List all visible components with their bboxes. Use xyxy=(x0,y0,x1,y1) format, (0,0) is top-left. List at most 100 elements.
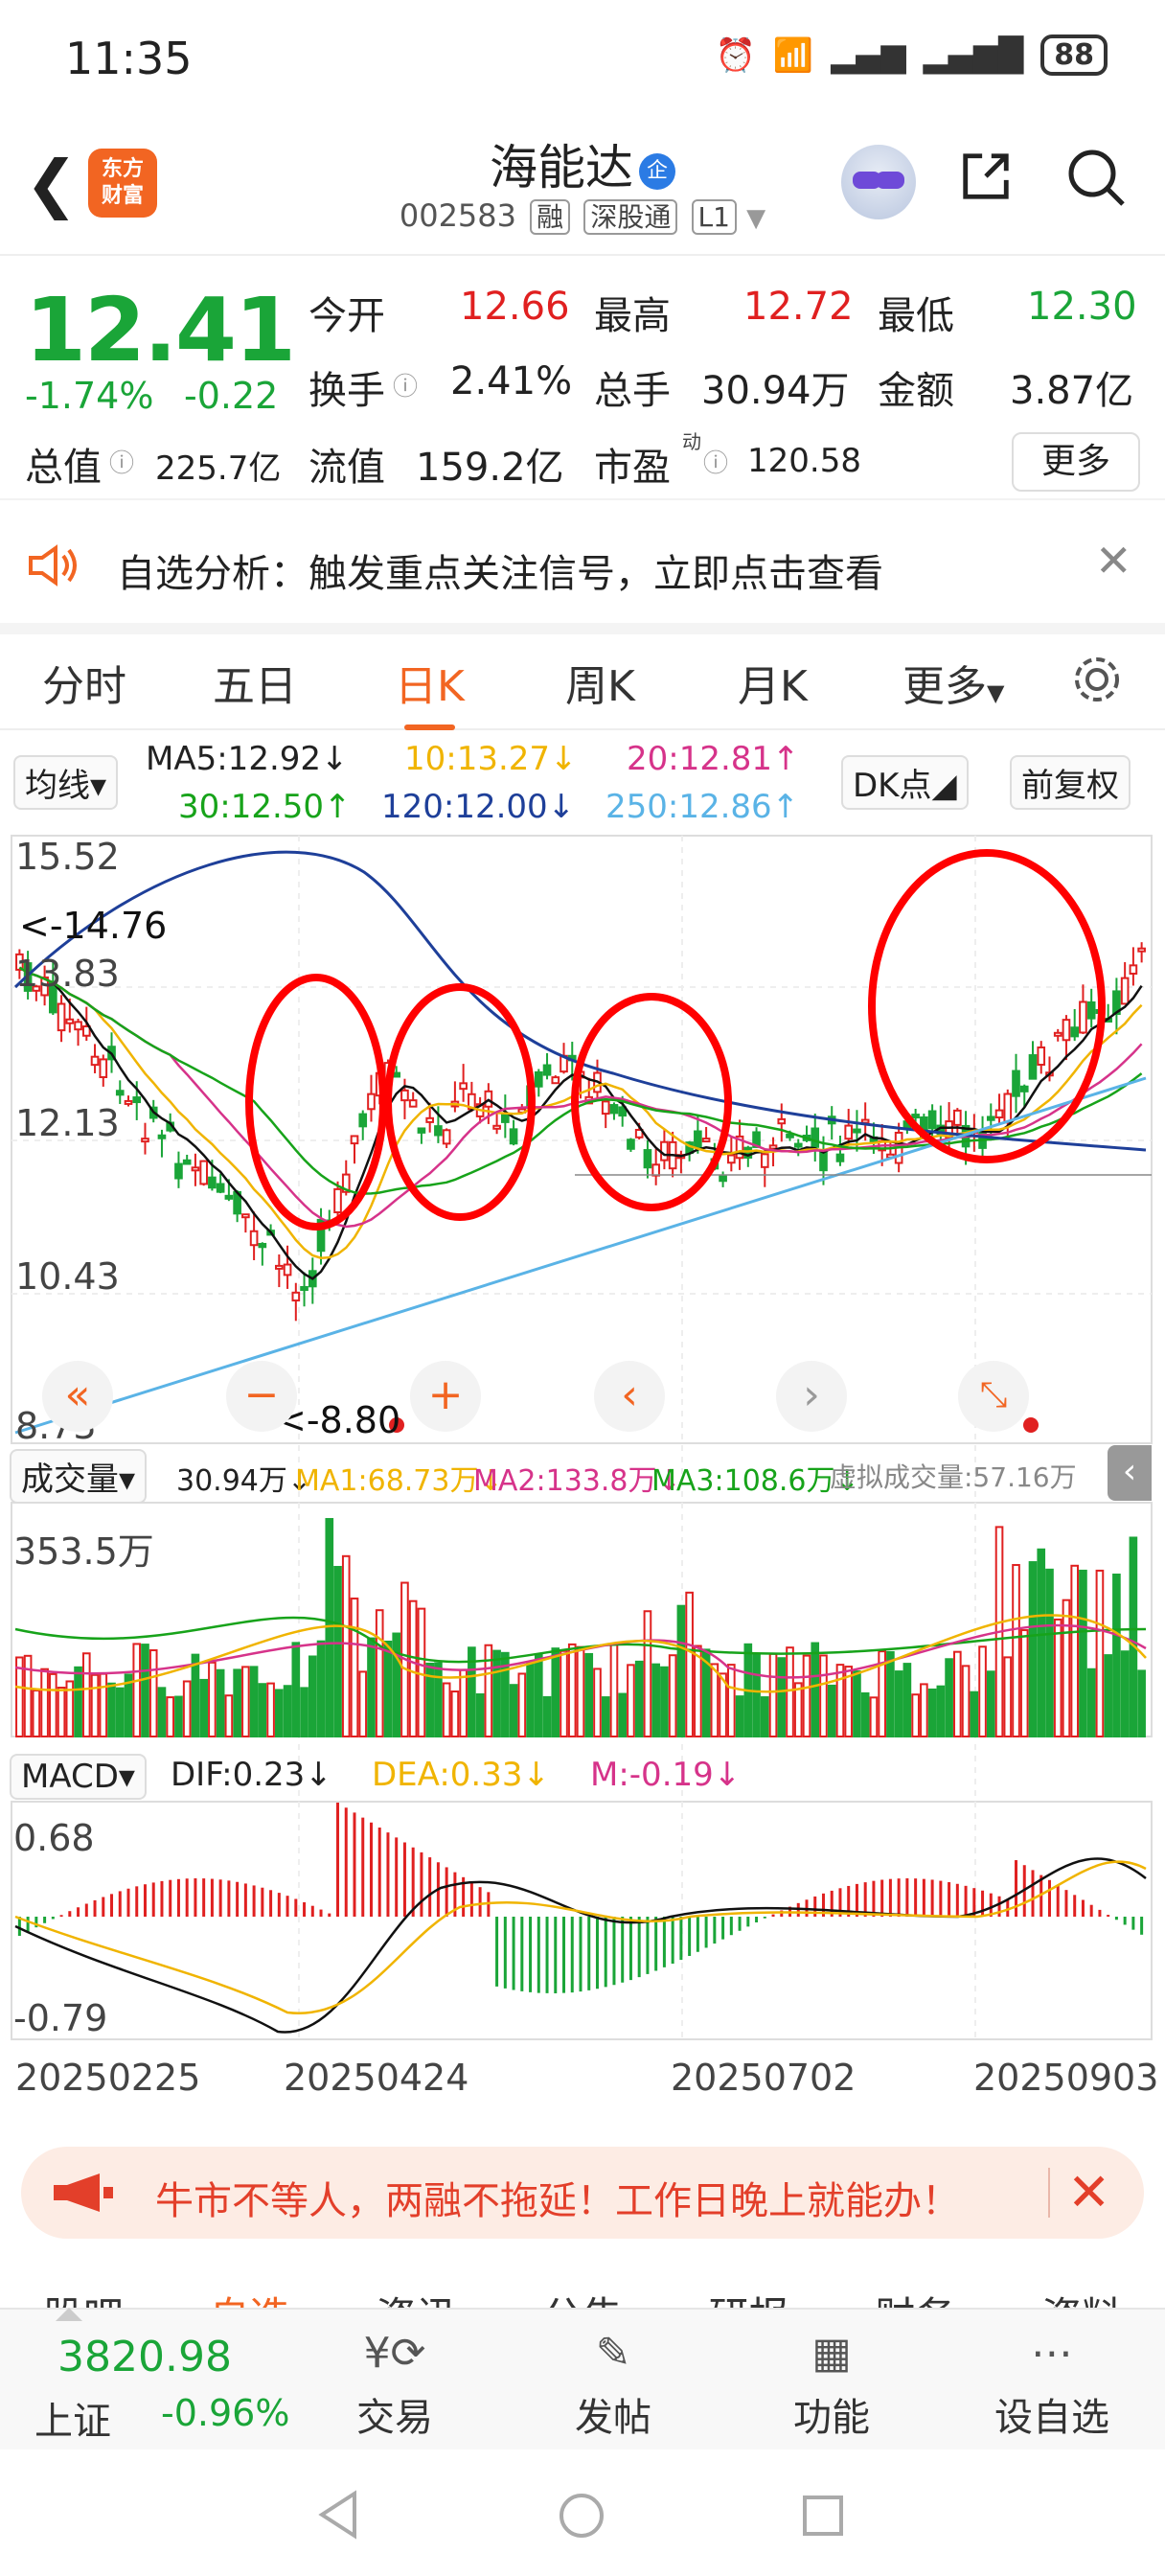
volume-bar xyxy=(1062,1598,1071,1738)
scroll-left-fast-icon[interactable]: « xyxy=(42,1361,113,1432)
promo-text: 牛市不等人，两融不拖延！工作日晚上就能办！ xyxy=(155,2179,960,2223)
ma-selector-label: 均线 xyxy=(25,767,90,805)
candle-body xyxy=(199,1160,208,1185)
ma-selector[interactable]: 均线▾ xyxy=(13,755,119,810)
scroll-left-icon[interactable]: ‹ xyxy=(594,1361,665,1432)
index-name[interactable]: 上证 xyxy=(34,2390,111,2446)
volume-bar xyxy=(694,1644,702,1738)
tab-more-label: 更多 xyxy=(902,662,987,711)
volume-bar xyxy=(383,1640,393,1737)
candle-body xyxy=(174,1162,183,1180)
zoom-out-icon[interactable]: − xyxy=(226,1361,297,1432)
settings-gear-icon[interactable] xyxy=(1069,652,1125,707)
info-icon-2[interactable]: ⓘ xyxy=(109,444,134,479)
candle-body xyxy=(501,1113,510,1123)
candle-body xyxy=(241,1213,250,1219)
tab-daily-k[interactable]: 日K xyxy=(395,652,465,730)
scroll-right-icon[interactable]: › xyxy=(776,1361,847,1432)
tag-level[interactable]: L1 xyxy=(691,199,737,235)
nav-back-icon[interactable] xyxy=(316,2490,360,2540)
volume-bar xyxy=(584,1652,594,1738)
tab-timeshare[interactable]: 分时 xyxy=(42,652,126,713)
collapse-panel-icon[interactable]: ‹ xyxy=(1108,1445,1152,1501)
trade-button[interactable]: ¥⟳ 交易 xyxy=(328,2329,462,2442)
candle-body xyxy=(927,1110,937,1130)
search-icon[interactable] xyxy=(1065,147,1127,208)
volume-bar xyxy=(601,1696,610,1737)
speaker-icon xyxy=(29,544,77,586)
candle-body xyxy=(249,1230,259,1247)
volume-selector-label: 成交量 xyxy=(21,1460,119,1499)
volume-bar xyxy=(668,1654,677,1738)
subtab-3[interactable]: 公告 xyxy=(542,2285,623,2308)
functions-button[interactable]: ▦ 功能 xyxy=(765,2329,899,2442)
analysis-alert[interactable]: 自选分析：触发重点关注信号，立即点击查看 ✕ xyxy=(0,498,1165,634)
volume-bar xyxy=(166,1696,175,1737)
volume-bar xyxy=(727,1664,736,1737)
candle-body xyxy=(492,1124,501,1130)
zoom-in-icon[interactable]: + xyxy=(410,1361,481,1432)
subtab-1[interactable]: 自选 xyxy=(210,2285,290,2308)
macd-axis-bottom: -0.79 xyxy=(13,1997,108,2039)
volume-bar xyxy=(199,1678,208,1737)
volume-bar xyxy=(358,1670,368,1737)
dk-point-selector[interactable]: DK点◢ xyxy=(841,755,969,810)
close-icon[interactable]: ✕ xyxy=(1095,535,1132,586)
nav-home-icon[interactable] xyxy=(558,2492,605,2540)
info-icon[interactable]: ⓘ xyxy=(393,367,418,402)
volume-value: 30.94万↓ xyxy=(176,1464,312,1498)
index-change[interactable]: -0.96% xyxy=(161,2392,289,2434)
volume-bar xyxy=(442,1682,451,1738)
nav-recents-icon[interactable] xyxy=(801,2494,845,2538)
volume-bar xyxy=(107,1682,116,1737)
volume-bar xyxy=(283,1685,292,1737)
volume-bar xyxy=(141,1644,149,1738)
add-watchlist-button[interactable]: ⋯ 设自选 xyxy=(985,2329,1119,2442)
candle-body xyxy=(400,1089,409,1102)
macd-selector[interactable]: MACD▾ xyxy=(10,1754,147,1800)
tab-five-day[interactable]: 五日 xyxy=(213,652,297,713)
info-icon-3[interactable]: ⓘ xyxy=(703,444,728,479)
volume-ma2: MA2:133.8万↓ xyxy=(473,1464,681,1498)
candle-body xyxy=(793,1142,803,1148)
tab-monthly-k[interactable]: 月K xyxy=(738,652,808,713)
dropdown-triangle-icon[interactable]: ▼ xyxy=(746,204,765,233)
candle-body xyxy=(1012,1070,1020,1097)
red-circle-annotation xyxy=(571,993,732,1211)
watchlist-label: 设自选 xyxy=(994,2396,1109,2440)
ai-assistant-icon[interactable] xyxy=(841,145,916,219)
float-value: 159.2亿 xyxy=(416,446,564,490)
close-icon[interactable]: ✕ xyxy=(1067,2162,1110,2222)
volume-bar xyxy=(768,1652,778,1738)
fullscreen-icon[interactable]: ⤡ xyxy=(958,1361,1029,1432)
share-icon[interactable] xyxy=(958,149,1014,204)
candle-body xyxy=(283,1263,292,1276)
edit-icon: ✎ xyxy=(595,2329,631,2378)
subtab-6[interactable]: 资料 xyxy=(1041,2285,1122,2308)
macd-selector-label: MACD xyxy=(21,1758,119,1796)
subtab-5[interactable]: 财务 xyxy=(875,2285,955,2308)
volume-bar xyxy=(1120,1650,1130,1737)
subtab-0[interactable]: 股吧 xyxy=(43,2285,124,2308)
alarm-icon: ⏰ xyxy=(715,35,756,75)
volume-selector[interactable]: 成交量▾ xyxy=(10,1449,148,1504)
promo-banner[interactable]: 牛市不等人，两融不拖延！工作日晚上就能办！ ✕ xyxy=(21,2147,1144,2239)
open-value: 12.66 xyxy=(460,285,570,329)
volume-bar xyxy=(249,1666,259,1738)
functions-label: 功能 xyxy=(793,2396,870,2440)
subtab-4[interactable]: 研报 xyxy=(709,2285,789,2308)
index-value[interactable]: 3820.98 xyxy=(57,2333,232,2381)
tab-weekly-k[interactable]: 周K xyxy=(565,652,635,713)
candle-body xyxy=(141,1138,149,1143)
tab-more[interactable]: 更多▼ xyxy=(902,652,1004,713)
candle-body xyxy=(417,1127,426,1134)
kline-chart[interactable] xyxy=(0,824,1165,2060)
ma30-value: 30:12.50↑ xyxy=(178,788,352,826)
more-button[interactable]: 更多 xyxy=(1012,432,1140,492)
subtab-2[interactable]: 资讯 xyxy=(376,2285,456,2308)
post-button[interactable]: ✎ 发帖 xyxy=(546,2329,680,2442)
adjust-selector[interactable]: 前复权 xyxy=(1010,755,1131,810)
ma10-line xyxy=(18,966,1143,1259)
price-axis-label: 12.13 xyxy=(15,1102,120,1144)
volume-bar xyxy=(492,1649,501,1737)
